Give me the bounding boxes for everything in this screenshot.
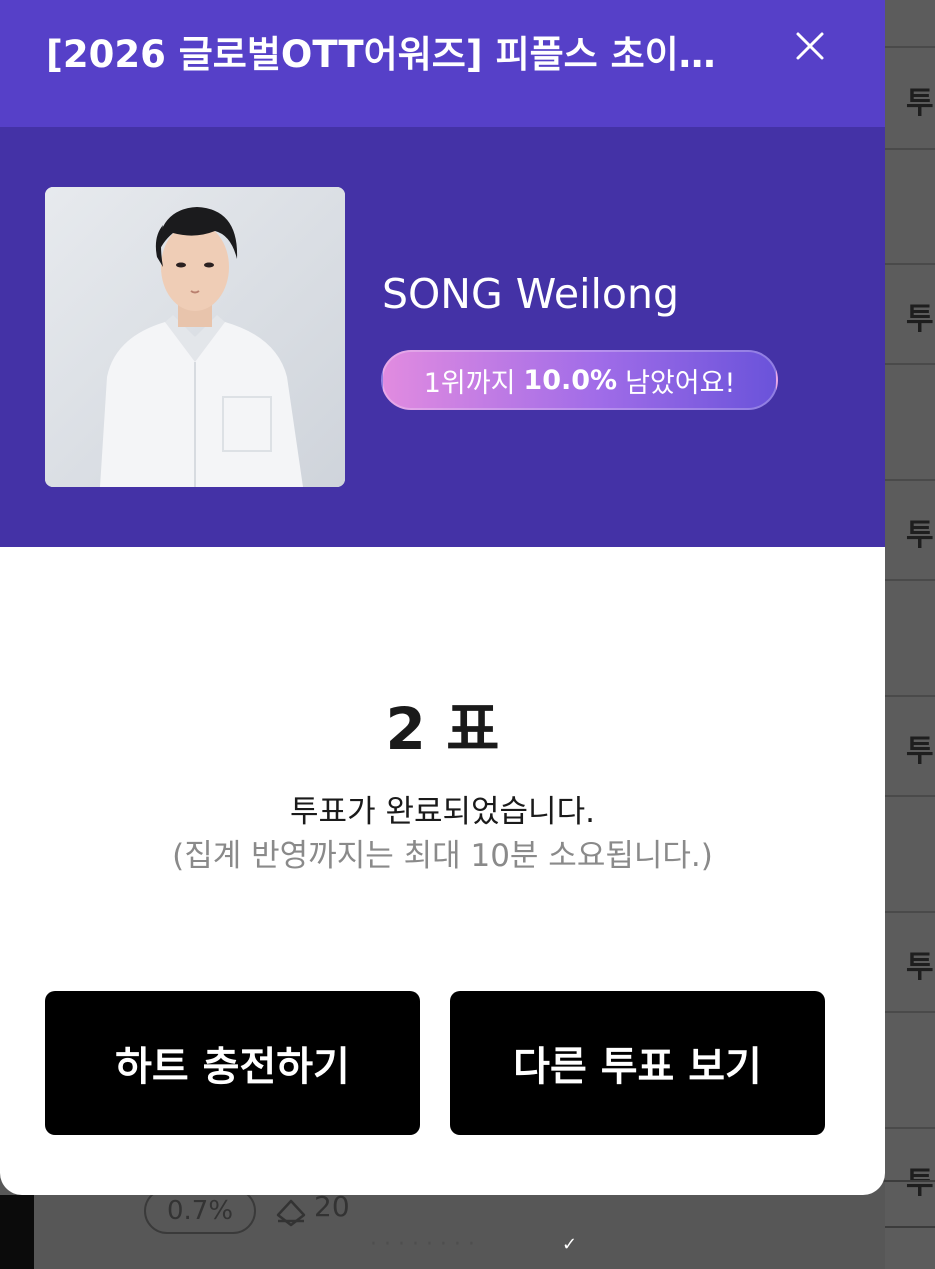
close-icon — [796, 32, 824, 60]
rail-divider — [885, 795, 935, 797]
background-thumbnail — [0, 1195, 34, 1269]
rail-divider — [885, 1127, 935, 1129]
rail-divider — [885, 911, 935, 913]
rail-vote-label[interactable]: 투 — [906, 78, 935, 122]
rail-divider — [885, 263, 935, 265]
other-votes-button[interactable]: 다른 투표 보기 — [450, 991, 825, 1135]
vote-complete-message: 투표가 완료되었습니다. — [290, 794, 595, 830]
vote-complete-modal: [2026 글로벌OTT어워즈] 피플스 초이스 상 SONG Weilong … — [0, 0, 885, 1195]
rail-vote-label[interactable]: 투 — [906, 942, 935, 986]
close-button[interactable] — [788, 24, 832, 68]
candidate-photo — [45, 187, 345, 487]
rail-divider — [885, 579, 935, 581]
background-strip — [0, 1190, 885, 1269]
rail-divider — [885, 148, 935, 150]
modal-title: [2026 글로벌OTT어워즈] 피플스 초이스 상 — [46, 33, 746, 76]
rank-gap-value: 10.0% — [523, 364, 618, 396]
candidate-name: SONG Weilong — [382, 270, 680, 318]
modal-header: [2026 글로벌OTT어워즈] 피플스 초이스 상 — [0, 0, 885, 127]
rank-prefix: 1위까지 — [423, 367, 516, 399]
rail-divider — [885, 695, 935, 697]
vote-count: 2 표 — [385, 695, 500, 763]
rank-gap-badge: 1위까지 10.0% 남았어요! — [381, 350, 778, 410]
rail-divider — [885, 479, 935, 481]
heart-diamond-icon — [276, 1199, 306, 1227]
rail-divider — [885, 1011, 935, 1013]
rail-divider — [885, 46, 935, 48]
tally-delay-notice: (집계 반영까지는 최대 10분 소요됩니다.) — [172, 838, 713, 874]
blurred-text: · · · · · · · · — [370, 1232, 475, 1257]
rail-vote-label[interactable]: 투 — [906, 294, 935, 338]
rail-vote-label[interactable]: 투 — [906, 510, 935, 554]
charge-hearts-button[interactable]: 하트 충전하기 — [45, 991, 420, 1135]
candidate-hero: SONG Weilong 1위까지 10.0% 남았어요! — [0, 127, 885, 547]
rank-suffix: 남았어요! — [625, 367, 736, 399]
rail-divider — [885, 363, 935, 365]
chevron-down-icon: ✓ — [562, 1234, 578, 1255]
rail-vote-label[interactable]: 투 — [906, 726, 935, 770]
background-rail — [885, 0, 935, 1269]
